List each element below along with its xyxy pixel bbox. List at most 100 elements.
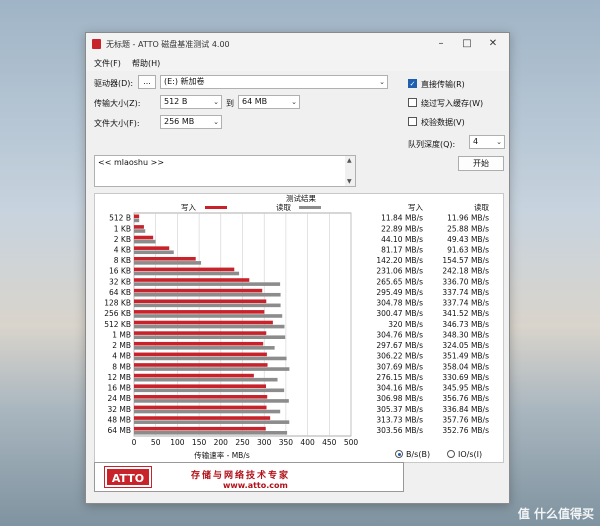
read-bar bbox=[134, 250, 174, 255]
write-value-label: 11.84 MB/s bbox=[381, 214, 423, 223]
category-label: 4 MB bbox=[112, 352, 131, 361]
notes-scrollbar[interactable]: ▲ ▼ bbox=[345, 156, 355, 186]
x-tick-label: 500 bbox=[344, 438, 359, 447]
file-size-value: 256 MB bbox=[164, 117, 195, 126]
read-bar bbox=[134, 292, 281, 297]
category-label: 2 KB bbox=[114, 235, 131, 244]
notes-textarea[interactable]: << mlaoshu >> ▲ ▼ bbox=[94, 155, 356, 187]
write-value-label: 22.89 MB/s bbox=[381, 224, 423, 233]
write-bar bbox=[134, 256, 196, 261]
drive-label: 驱动器(D): bbox=[94, 79, 134, 88]
menu-help[interactable]: 帮助(H) bbox=[132, 58, 160, 69]
write-bar bbox=[134, 373, 254, 378]
results-panel: 测试结果 写入 读取 写入 读取 512 B1 KB 2 KB 4 KB 8 KB 16… bbox=[94, 193, 504, 463]
read-value-label: 91.63 MB/s bbox=[447, 246, 489, 255]
category-label: 48 MB bbox=[107, 415, 131, 424]
transfer-from-select[interactable]: 512 B ⌄ bbox=[160, 95, 222, 109]
read-value-label: 324.05 MB/s bbox=[442, 341, 489, 350]
category-label: 8 MB bbox=[112, 362, 131, 371]
direct-io-checkbox[interactable]: ✓ bbox=[408, 79, 417, 88]
chart-title: 测试结果 bbox=[286, 194, 316, 203]
read-bar bbox=[134, 409, 281, 414]
transfer-to-value: 64 MB bbox=[242, 97, 268, 106]
write-value-label: 306.22 MB/s bbox=[376, 352, 423, 361]
category-label: 1 KB bbox=[114, 224, 131, 233]
read-bar bbox=[134, 399, 289, 403]
atto-url[interactable]: www.atto.com bbox=[223, 481, 288, 490]
verify-checkbox[interactable] bbox=[408, 117, 417, 126]
write-value-label: 304.76 MB/s bbox=[376, 330, 423, 339]
verify-label: 校验数据(V) bbox=[421, 118, 465, 127]
start-button[interactable]: 开始 bbox=[458, 156, 504, 171]
file-size-label: 文件大小(F): bbox=[94, 119, 140, 128]
scroll-down-icon: ▼ bbox=[347, 178, 352, 185]
write-value-label: 300.47 MB/s bbox=[376, 309, 423, 318]
read-value-label: 348.30 MB/s bbox=[442, 330, 489, 339]
category-label: 1 MB bbox=[112, 330, 131, 339]
write-bar bbox=[134, 235, 154, 240]
read-value-label: 357.76 MB/s bbox=[442, 415, 489, 424]
transfer-from-value: 512 B bbox=[164, 97, 188, 106]
category-label: 4 KB bbox=[114, 246, 131, 255]
category-label: 32 KB bbox=[109, 277, 131, 286]
write-value-label: 304.78 MB/s bbox=[376, 299, 423, 308]
legend-read-swatch bbox=[299, 206, 321, 209]
write-value-label: 307.69 MB/s bbox=[376, 362, 423, 371]
queue-depth-label: 队列深度(Q): bbox=[408, 140, 456, 149]
direct-io-label: 直接传输(R) bbox=[421, 80, 465, 89]
x-tick-label: 400 bbox=[300, 438, 315, 447]
drive-select[interactable]: (E:) 新加卷 ⌄ bbox=[160, 75, 388, 89]
x-tick-label: 200 bbox=[214, 438, 229, 447]
radio-bytes-per-sec[interactable] bbox=[395, 450, 403, 458]
app-window: 无标题 - ATTO 磁盘基准测试 4.00 – □ ✕ 文件(F) 帮助(H)… bbox=[85, 32, 510, 504]
x-tick-label: 250 bbox=[235, 438, 250, 447]
write-bar bbox=[134, 341, 264, 346]
queue-depth-value: 4 bbox=[473, 137, 479, 146]
category-label: 16 MB bbox=[107, 384, 131, 393]
read-value-label: 337.74 MB/s bbox=[442, 288, 489, 297]
x-tick-label: 100 bbox=[170, 438, 185, 447]
read-bar bbox=[134, 271, 240, 276]
read-value-label: 356.76 MB/s bbox=[442, 394, 489, 403]
chevron-down-icon: ⌄ bbox=[379, 78, 385, 86]
write-bar bbox=[134, 246, 170, 250]
bypass-cache-label: 绕过写入缓存(W) bbox=[421, 99, 484, 108]
menu-file[interactable]: 文件(F) bbox=[94, 58, 121, 69]
minimize-icon[interactable]: – bbox=[429, 36, 453, 52]
write-value-label: 276.15 MB/s bbox=[376, 373, 423, 382]
queue-depth-select[interactable]: 4 ⌄ bbox=[469, 135, 505, 149]
write-bar bbox=[134, 384, 267, 389]
window-title: 无标题 - ATTO 磁盘基准测试 4.00 bbox=[106, 40, 230, 49]
read-bar bbox=[134, 261, 202, 265]
read-bar bbox=[134, 430, 288, 435]
chevron-down-icon: ⌄ bbox=[213, 118, 219, 126]
read-bar bbox=[134, 335, 286, 340]
write-bar bbox=[134, 214, 140, 219]
transfer-to-select[interactable]: 64 MB ⌄ bbox=[238, 95, 300, 109]
x-tick-label: 0 bbox=[132, 438, 137, 447]
read-bar bbox=[134, 367, 290, 371]
read-value-label: 336.70 MB/s bbox=[442, 277, 489, 286]
legend-write-swatch bbox=[205, 206, 227, 209]
close-icon[interactable]: ✕ bbox=[481, 36, 505, 52]
drive-value: (E:) 新加卷 bbox=[164, 77, 205, 86]
browse-button[interactable]: ... bbox=[138, 75, 156, 89]
x-axis-label: 传输速率 - MB/s bbox=[194, 450, 250, 460]
write-bar bbox=[134, 405, 267, 410]
write-value-label: 81.17 MB/s bbox=[381, 246, 423, 255]
write-value-label: 320 MB/s bbox=[388, 320, 423, 329]
read-bar bbox=[134, 388, 285, 393]
maximize-icon[interactable]: □ bbox=[455, 36, 479, 52]
write-bar bbox=[134, 331, 267, 335]
write-value-label: 142.20 MB/s bbox=[376, 256, 423, 265]
radio-io-per-sec[interactable] bbox=[447, 450, 455, 458]
bypass-cache-checkbox[interactable] bbox=[408, 98, 417, 107]
transfer-size-label: 传输大小(Z): bbox=[94, 99, 141, 108]
write-value-label: 295.49 MB/s bbox=[376, 288, 423, 297]
read-value-label: 351.49 MB/s bbox=[442, 352, 489, 361]
write-bar bbox=[134, 288, 263, 293]
file-size-select[interactable]: 256 MB ⌄ bbox=[160, 115, 222, 129]
atto-banner[interactable]: ATTO 存储与网络技术专家 www.atto.com bbox=[94, 462, 404, 492]
read-value-label: 49.43 MB/s bbox=[447, 235, 489, 244]
write-bar bbox=[134, 310, 265, 314]
